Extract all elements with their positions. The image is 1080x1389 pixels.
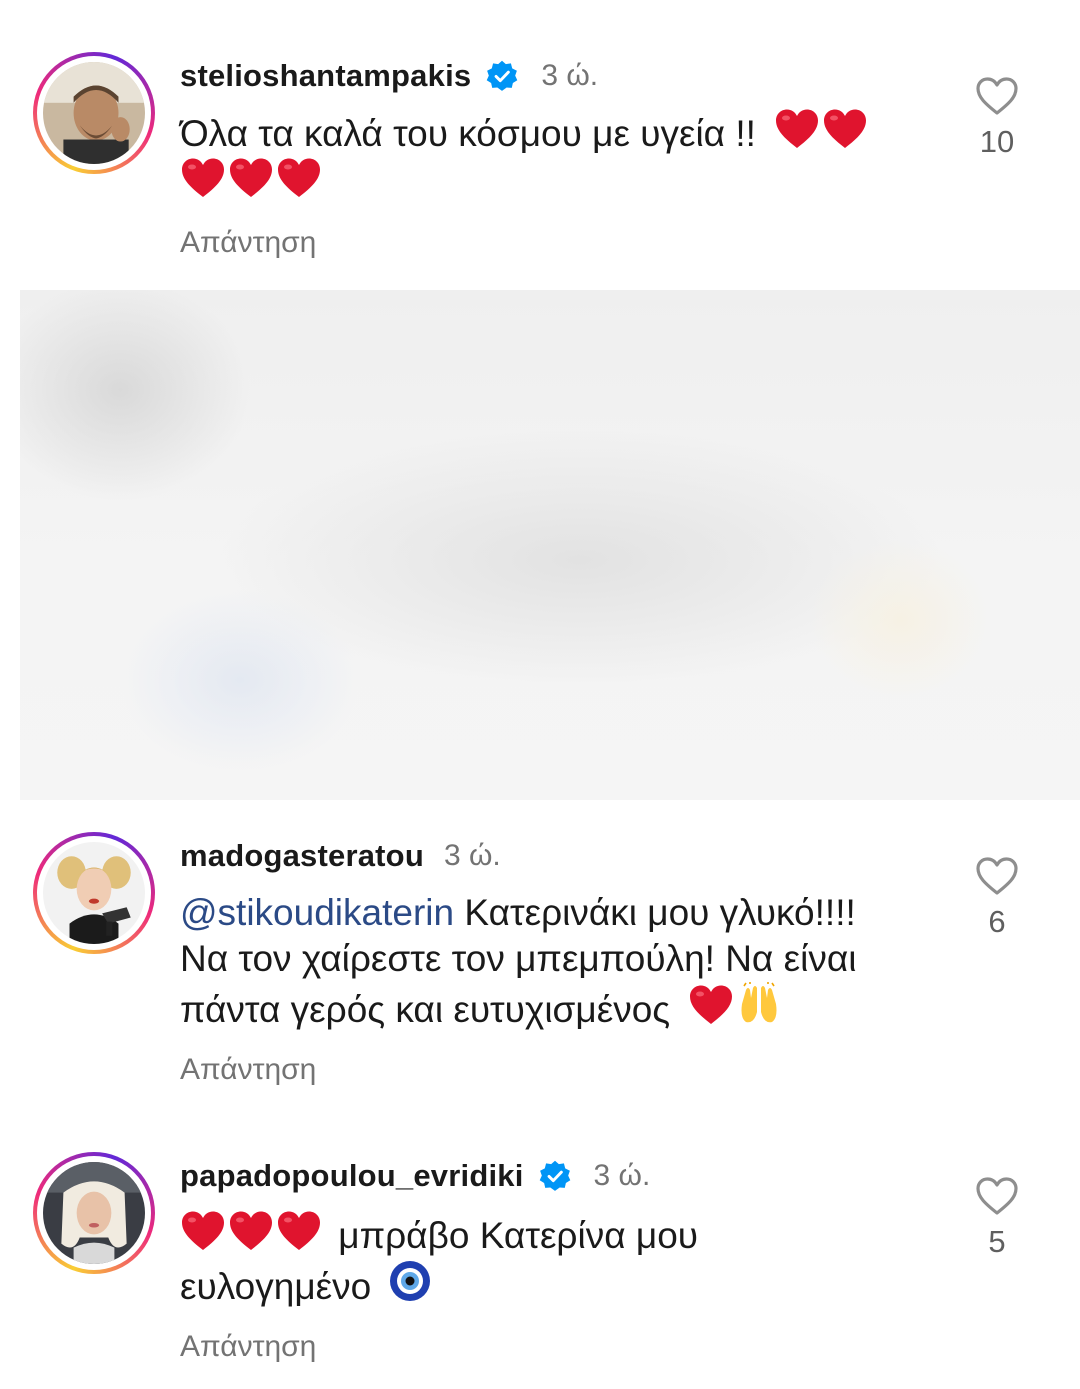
heart-outline-icon[interactable]	[975, 856, 1019, 896]
red-heart-emoji	[276, 1210, 322, 1252]
comment-text-line: ευλογημένο	[180, 1266, 372, 1307]
comment-text: @stikoudikaterin Κατερινάκι μου γλυκό!!!…	[180, 890, 940, 1033]
red-heart-emoji	[228, 157, 274, 199]
nazar-amulet-emoji	[388, 1259, 432, 1303]
raising-hands-emoji	[736, 982, 782, 1026]
like-control: 10	[960, 76, 1034, 160]
verified-badge-icon	[485, 59, 519, 93]
red-heart-emoji	[774, 108, 820, 150]
red-heart-emoji	[180, 1210, 226, 1252]
avatar[interactable]	[33, 1152, 155, 1274]
mention-link[interactable]: @stikoudikaterin	[180, 892, 454, 933]
comment-text-line: Να τον χαίρεστε τον μπεμπούλη! Να είναι	[180, 938, 857, 979]
red-heart-emoji	[688, 984, 734, 1026]
reply-button[interactable]: Απάντηση	[180, 226, 940, 260]
avatar-image	[43, 1162, 145, 1264]
comment-text: Όλα τα καλά του κόσμου με υγεία !!	[180, 108, 940, 206]
avatar-image	[43, 62, 145, 164]
username[interactable]: stelioshantampakis	[180, 58, 471, 94]
comment-time: 3 ώ.	[443, 839, 501, 872]
heart-outline-icon[interactable]	[975, 1176, 1019, 1216]
comment-text: μπράβο Κατερίνα μου ευλογημένο	[180, 1210, 940, 1310]
red-heart-emoji	[276, 157, 322, 199]
comment-time: 3 ώ.	[541, 59, 599, 92]
verified-badge-icon	[538, 1159, 572, 1193]
red-heart-emoji	[180, 157, 226, 199]
comment-time: 3 ώ.	[593, 1159, 651, 1192]
avatar-image	[43, 842, 145, 944]
heart-outline-icon[interactable]	[975, 76, 1019, 116]
comment-text-line: μπράβο Κατερίνα μου	[338, 1215, 699, 1256]
like-control: 5	[960, 1176, 1034, 1260]
blurred-content	[20, 290, 1080, 800]
avatar[interactable]	[33, 832, 155, 954]
username[interactable]: papadopoulou_evridiki	[180, 1158, 524, 1194]
like-count: 10	[979, 124, 1015, 159]
username[interactable]: madogasteratou	[180, 838, 424, 874]
like-count: 6	[988, 904, 1006, 939]
like-count: 5	[988, 1224, 1006, 1259]
red-heart-emoji	[822, 108, 868, 150]
reply-button[interactable]: Απάντηση	[180, 1330, 940, 1364]
avatar[interactable]	[33, 52, 155, 174]
comment-text-line: πάντα γερός και ευτυχισμένος	[180, 989, 671, 1030]
comment-text-line: Κατερινάκι μου γλυκό!!!!	[464, 892, 856, 933]
reply-button[interactable]: Απάντηση	[180, 1053, 940, 1087]
red-heart-emoji	[228, 1210, 274, 1252]
like-control: 6	[960, 856, 1034, 940]
comment-text-line: Όλα τα καλά του κόσμου με υγεία !!	[180, 113, 756, 154]
